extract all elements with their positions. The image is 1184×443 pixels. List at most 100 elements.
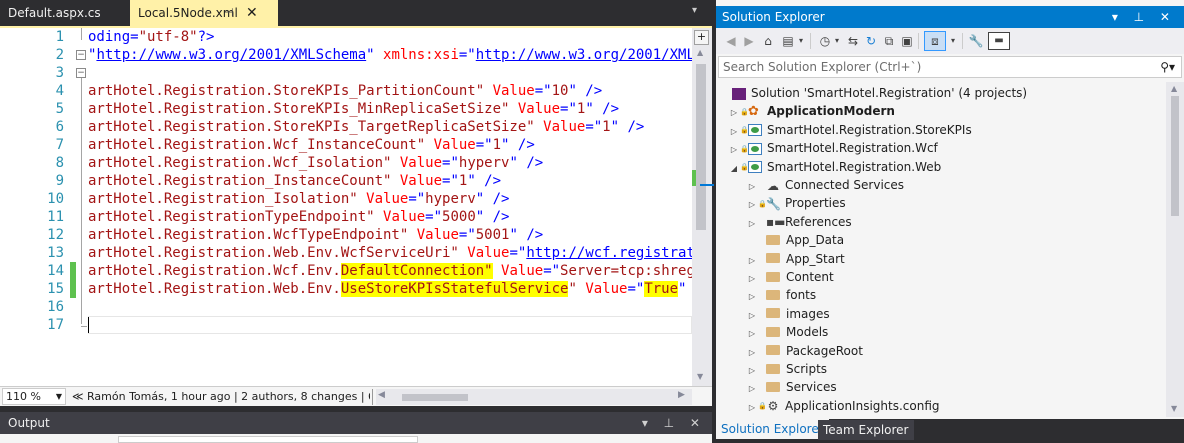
tree-item-packageroot[interactable]: ▷ PackageRoot bbox=[746, 342, 863, 360]
tab-solution-explorer[interactable]: Solution Explorer bbox=[716, 419, 829, 439]
expand-arrow-icon[interactable]: ▷ bbox=[746, 307, 758, 325]
scroll-right-arrow[interactable]: ▶ bbox=[678, 390, 685, 400]
tree-item-app-start[interactable]: ▷ App_Start bbox=[746, 250, 845, 268]
tab-local-5node-xml[interactable]: Local.5Node.xml ⊣ ✕ bbox=[130, 0, 278, 26]
chevron-down-icon[interactable]: ▾ bbox=[832, 32, 842, 50]
code-line[interactable]: "http://www.w3.org/2001/XMLSchema" xmlns… bbox=[88, 46, 692, 64]
code-line[interactable] bbox=[88, 64, 692, 82]
chevron-down-icon[interactable]: ▾ bbox=[692, 5, 704, 19]
code-line[interactable]: artHotel.Registration.StoreKPIs_Partitio… bbox=[88, 82, 692, 100]
expand-arrow-icon[interactable]: ▷ bbox=[746, 399, 758, 417]
expand-arrow-icon[interactable]: ▷ bbox=[746, 325, 758, 343]
expanded-arrow-icon[interactable]: ◢ bbox=[728, 160, 740, 178]
pin-icon[interactable]: ⊣ bbox=[224, 0, 234, 26]
panel-controls[interactable]: ▾ ⊥ ✕ bbox=[1112, 6, 1176, 28]
tree-item-connected-services[interactable]: ▷ ☁ Connected Services bbox=[746, 176, 904, 194]
collapse-icon[interactable]: − bbox=[76, 68, 86, 78]
switch-views-icon[interactable]: ▤ bbox=[780, 32, 796, 50]
code-line[interactable]: artHotel.Registration.StoreKPIs_TargetRe… bbox=[88, 118, 692, 136]
tree-item-models[interactable]: ▷ Models bbox=[746, 323, 828, 341]
horizontal-scrollbar[interactable]: ◀ ▶ bbox=[376, 389, 692, 405]
collapse-icon[interactable]: − bbox=[76, 50, 86, 60]
tree-item-properties[interactable]: ▷ 🔒🔧 Properties bbox=[746, 194, 846, 212]
forward-icon[interactable]: ▶ bbox=[742, 32, 756, 50]
tree-item-applicationinsights-config[interactable]: ▷ 🔒⚙ ApplicationInsights.config bbox=[746, 397, 940, 415]
tree-item-images[interactable]: ▷ images bbox=[746, 305, 830, 323]
panel-controls[interactable]: ▾ ⊥ ✕ bbox=[642, 412, 706, 434]
scroll-up-arrow[interactable]: ▲ bbox=[1171, 84, 1177, 93]
back-icon[interactable]: ◀ bbox=[724, 32, 738, 50]
sync-icon[interactable]: ⇆ bbox=[846, 32, 860, 50]
tree-item-solution-smarthotel-registration-4-projects[interactable]: Solution 'SmartHotel.Registration' (4 pr… bbox=[720, 84, 1027, 102]
tree-item-smarthotel-registration-web[interactable]: ◢ 🔒 SmartHotel.Registration.Web bbox=[728, 158, 941, 176]
code-area[interactable]: 1 2 3 4 5 6 7 8 9 10 11 12 13 14 15 16 17 oding="utf-8"?… bbox=[0, 28, 712, 386]
tree-item-references[interactable]: ▷ ▪▬References bbox=[746, 213, 852, 231]
scroll-down-arrow[interactable]: ▼ bbox=[697, 372, 703, 381]
pending-changes-icon[interactable]: ◷ bbox=[818, 32, 832, 50]
tree-item-app-data[interactable]: App_Data bbox=[746, 231, 844, 249]
tree-item-scripts[interactable]: ▷ Scripts bbox=[746, 360, 827, 378]
code-line[interactable] bbox=[88, 316, 692, 334]
tree-item-smarthotel-registration-storekpis[interactable]: ▷ 🔒 SmartHotel.Registration.StoreKPIs bbox=[728, 121, 972, 139]
tree-item-fonts[interactable]: ▷ fonts bbox=[746, 286, 816, 304]
code-line[interactable]: artHotel.Registration_InstanceCount" Val… bbox=[88, 172, 692, 190]
scroll-up-arrow[interactable]: ▲ bbox=[697, 48, 703, 57]
code-line[interactable]: artHotel.Registration.Web.Env.UseStoreKP… bbox=[88, 280, 692, 298]
chevron-down-icon[interactable]: ▾ bbox=[796, 32, 806, 50]
code-line[interactable] bbox=[88, 298, 692, 316]
scroll-left-arrow[interactable]: ◀ bbox=[378, 390, 385, 400]
collapse-all-icon[interactable]: ⧉ bbox=[882, 32, 896, 50]
code-line[interactable]: artHotel.Registration_Isolation" Value="… bbox=[88, 190, 692, 208]
expand-arrow-icon[interactable]: ▷ bbox=[746, 178, 758, 196]
code-line[interactable]: artHotel.Registration.Wcf_Isolation" Val… bbox=[88, 154, 692, 172]
code-line[interactable]: artHotel.RegistrationTypeEndpoint" Value… bbox=[88, 208, 692, 226]
code-line[interactable]: artHotel.Registration.StoreKPIs_MinRepli… bbox=[88, 100, 692, 118]
properties-wrench-icon[interactable]: 🔧 bbox=[968, 32, 984, 50]
refresh-icon[interactable]: ↻ bbox=[864, 32, 878, 50]
tree-vertical-scrollbar[interactable]: ▲ ▼ bbox=[1166, 82, 1184, 417]
code-line[interactable]: artHotel.Registration.Web.Env.WcfService… bbox=[88, 244, 692, 262]
tree-item-services[interactable]: ▷ Services bbox=[746, 378, 837, 396]
horizontal-scroll-thumb[interactable] bbox=[402, 394, 468, 401]
code-line[interactable]: artHotel.Registration.Wcf.Env.DefaultCon… bbox=[88, 262, 692, 280]
zoom-dropdown[interactable]: 110 % ▼ bbox=[2, 388, 66, 405]
code-line[interactable]: oding="utf-8"?> bbox=[88, 28, 692, 46]
expand-arrow-icon[interactable]: ▷ bbox=[746, 252, 758, 270]
expand-arrow-icon[interactable]: ▷ bbox=[746, 288, 758, 306]
tree-item-content[interactable]: ▷ Content bbox=[746, 268, 834, 286]
line-number: 2 bbox=[55, 47, 64, 63]
expand-arrow-icon[interactable]: ▷ bbox=[746, 344, 758, 362]
expand-arrow-icon[interactable]: ▷ bbox=[728, 141, 740, 159]
expand-arrow-icon[interactable]: ▷ bbox=[746, 215, 758, 233]
line-number: 1 bbox=[55, 29, 64, 45]
tab-default-aspx-cs[interactable]: Default.aspx.cs bbox=[0, 0, 130, 26]
code-line[interactable]: artHotel.Registration.WcfTypeEndpoint" V… bbox=[88, 226, 692, 244]
expand-arrow-icon[interactable]: ▷ bbox=[746, 196, 758, 214]
home-icon[interactable]: ⌂ bbox=[760, 32, 776, 50]
scroll-down-arrow[interactable]: ▼ bbox=[1171, 404, 1177, 413]
tree-scroll-thumb[interactable] bbox=[1171, 96, 1179, 216]
show-all-files-icon[interactable]: ▣ bbox=[900, 32, 914, 50]
code-token: 5000 bbox=[442, 209, 476, 225]
search-input[interactable]: Search Solution Explorer (Ctrl+`) ⚲▾ bbox=[718, 56, 1182, 78]
tree-item-applicationmodern[interactable]: ▷ 🔒✿ ApplicationModern bbox=[728, 102, 895, 120]
code-line[interactable]: artHotel.Registration.Wcf_InstanceCount"… bbox=[88, 136, 692, 154]
expand-arrow-icon[interactable]: ▷ bbox=[728, 123, 740, 141]
expand-arrow-icon[interactable]: ▷ bbox=[746, 362, 758, 380]
vertical-scroll-thumb[interactable] bbox=[696, 64, 706, 230]
search-icon[interactable]: ⚲▾ bbox=[1160, 57, 1175, 77]
close-icon[interactable]: ✕ bbox=[246, 0, 258, 26]
line-number: 13 bbox=[47, 245, 64, 261]
chevron-down-icon[interactable]: ▾ bbox=[948, 32, 958, 50]
toolbar-separator bbox=[918, 33, 919, 49]
split-window-button[interactable]: + bbox=[694, 30, 709, 45]
code-token: =" bbox=[475, 137, 493, 153]
tree-item-smarthotel-registration-wcf[interactable]: ▷ 🔒 SmartHotel.Registration.Wcf bbox=[728, 139, 938, 157]
minimize-icon[interactable]: ▬ bbox=[988, 32, 1010, 50]
tab-team-explorer[interactable]: Team Explorer bbox=[818, 420, 914, 440]
expand-arrow-icon[interactable]: ▷ bbox=[746, 380, 758, 398]
codelens-info[interactable]: ≪ Ramón Tomás, 1 hour ago | 2 authors, 8… bbox=[72, 389, 370, 405]
expand-arrow-icon[interactable]: ▷ bbox=[728, 104, 740, 122]
expand-arrow-icon[interactable]: ▷ bbox=[746, 270, 758, 288]
output-source-dropdown[interactable] bbox=[118, 436, 418, 443]
